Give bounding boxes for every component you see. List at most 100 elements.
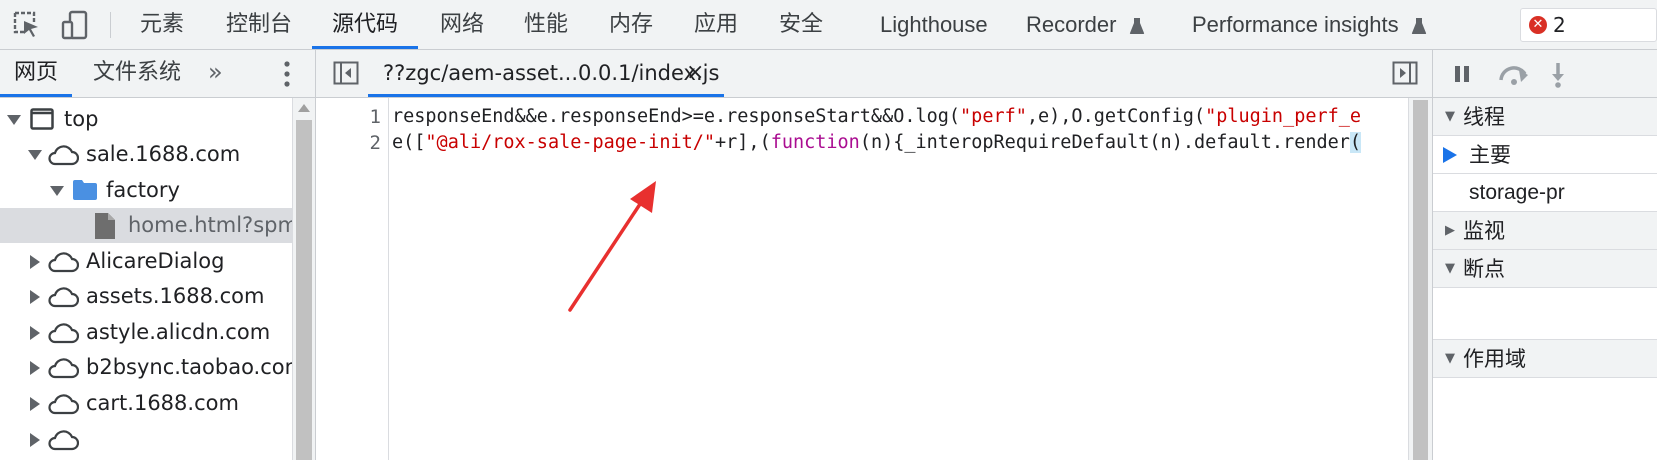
code-token: e([ bbox=[392, 132, 426, 153]
section-scope[interactable]: ▼ 作用域 bbox=[1433, 340, 1657, 378]
tab-performance-insights[interactable]: Performance insights bbox=[1192, 0, 1427, 49]
cloud-icon bbox=[48, 287, 79, 308]
cloud-icon bbox=[48, 252, 79, 273]
expand-arrow-icon[interactable] bbox=[30, 361, 40, 375]
device-toolbar-icon[interactable] bbox=[60, 10, 90, 40]
expand-arrow-icon[interactable] bbox=[30, 290, 40, 304]
thread-storage[interactable]: storage-pr bbox=[1433, 174, 1657, 212]
code-token-string: "perf" bbox=[960, 106, 1027, 127]
step-into-icon[interactable] bbox=[1551, 62, 1565, 88]
tree-item-folder[interactable]: factory bbox=[0, 173, 292, 208]
section-watch-label: 监视 bbox=[1463, 219, 1505, 243]
tab-index-js[interactable]: ??zgc/aem-asset...0.0.1/index.js × bbox=[368, 50, 724, 97]
code-token-bracket-match: ( bbox=[1349, 132, 1362, 153]
section-threads-label: 线程 bbox=[1463, 105, 1505, 129]
tab-performance[interactable]: 性能 bbox=[524, 0, 568, 49]
collapse-arrow-icon: ▼ bbox=[1445, 351, 1455, 366]
tab-console[interactable]: 控制台 bbox=[226, 0, 292, 49]
folder-icon bbox=[73, 180, 97, 200]
expand-arrow-icon[interactable] bbox=[30, 255, 40, 269]
code-token-string: "plugin_perf_e bbox=[1205, 106, 1362, 127]
tab-elements[interactable]: 元素 bbox=[140, 0, 184, 49]
tab-recorder[interactable]: Recorder bbox=[1026, 0, 1145, 49]
tab-lighthouse[interactable]: Lighthouse bbox=[880, 0, 988, 49]
close-tab-icon[interactable]: × bbox=[686, 50, 704, 96]
devtools-main-toolbar: 元素 控制台 源代码 网络 性能 内存 应用 安全 Lighthouse Rec… bbox=[0, 0, 1657, 50]
tree-item-domain[interactable]: AlicareDialog bbox=[0, 244, 292, 279]
frame-icon bbox=[30, 108, 54, 130]
tree-item-top[interactable]: top bbox=[0, 102, 292, 137]
expand-arrow-icon[interactable] bbox=[7, 115, 21, 125]
editor-scrollbar[interactable] bbox=[1408, 98, 1432, 460]
code-token: responseEnd&&e.responseEnd>=e.responseSt… bbox=[392, 106, 961, 127]
more-tabs-button[interactable]: » bbox=[208, 50, 223, 97]
breakpoints-empty bbox=[1433, 288, 1657, 340]
toolbar-separator bbox=[110, 12, 111, 38]
error-count-badge[interactable]: ✕ 2 bbox=[1520, 8, 1657, 42]
tree-item-domain[interactable]: sale.1688.com bbox=[0, 137, 292, 172]
code-line-2: e(["@ali/rox-sale-page-init/"+r],(functi… bbox=[392, 132, 1362, 153]
collapse-arrow-icon: ▼ bbox=[1445, 261, 1455, 276]
expand-arrow-icon[interactable] bbox=[30, 433, 40, 447]
cloud-icon bbox=[48, 145, 79, 166]
file-tree: top sale.1688.com factory home.html?spm= bbox=[0, 98, 292, 460]
section-scope-label: 作用域 bbox=[1463, 347, 1526, 371]
tab-filesystem[interactable]: 文件系统 bbox=[93, 50, 181, 97]
expand-arrow-icon[interactable] bbox=[28, 150, 42, 160]
line-number[interactable]: 1 bbox=[370, 106, 381, 128]
step-over-icon[interactable] bbox=[1497, 62, 1531, 86]
tree-item-label: sale.1688.com bbox=[86, 142, 241, 166]
section-watch[interactable]: ▶ 监视 bbox=[1433, 212, 1657, 250]
more-options-icon[interactable] bbox=[283, 60, 291, 88]
navigator-scrollbar[interactable] bbox=[292, 98, 315, 460]
tab-memory[interactable]: 内存 bbox=[609, 0, 653, 49]
expand-arrow-icon[interactable] bbox=[30, 326, 40, 340]
section-breakpoints[interactable]: ▼ 断点 bbox=[1433, 250, 1657, 288]
scroll-up-icon[interactable] bbox=[298, 104, 310, 112]
cloud-icon bbox=[48, 323, 79, 344]
tab-sources[interactable]: 源代码 bbox=[312, 0, 419, 49]
toggle-navigator-icon[interactable] bbox=[333, 61, 359, 85]
tree-item-domain[interactable]: cart.1688.com bbox=[0, 386, 292, 421]
tree-item-label: home.html?spm= bbox=[128, 213, 292, 237]
expand-arrow-icon[interactable] bbox=[50, 186, 64, 196]
cloud-icon bbox=[48, 358, 79, 379]
expand-arrow-icon[interactable] bbox=[30, 397, 40, 411]
code-content[interactable]: responseEnd&&e.responseEnd>=e.responseSt… bbox=[392, 98, 1408, 460]
thread-storage-label: storage-pr bbox=[1469, 181, 1565, 204]
expand-arrow-icon: ▶ bbox=[1445, 223, 1455, 238]
cloud-icon bbox=[48, 430, 79, 451]
tree-item-label: cart.1688.com bbox=[86, 391, 239, 415]
tab-application[interactable]: 应用 bbox=[694, 0, 738, 49]
scrollbar-thumb[interactable] bbox=[1413, 100, 1428, 460]
tree-item-label: top bbox=[64, 107, 99, 131]
toggle-debugger-icon[interactable] bbox=[1392, 61, 1418, 85]
code-token: +r],( bbox=[715, 132, 771, 153]
tree-item-file[interactable]: home.html?spm= bbox=[0, 208, 292, 243]
tab-network[interactable]: 网络 bbox=[440, 0, 484, 49]
navigator-panel: 网页 文件系统 » top sale.1688.com factory home… bbox=[0, 50, 316, 460]
collapse-arrow-icon: ▼ bbox=[1445, 109, 1455, 124]
tree-item-domain[interactable]: b2bsync.taobao.com bbox=[0, 350, 292, 385]
tree-item-domain[interactable]: assets.1688.com bbox=[0, 279, 292, 314]
experiment-flask-icon bbox=[1411, 18, 1426, 35]
tree-item-label: AlicareDialog bbox=[86, 249, 225, 273]
thread-main[interactable]: 主要 bbox=[1433, 136, 1657, 174]
current-thread-icon bbox=[1443, 147, 1457, 163]
line-number[interactable]: 2 bbox=[370, 132, 381, 154]
tree-item-domain[interactable]: astyle.alicdn.com bbox=[0, 315, 292, 350]
navigator-tabs: 网页 文件系统 » bbox=[0, 50, 315, 98]
inspect-element-icon[interactable] bbox=[12, 10, 42, 40]
tab-security[interactable]: 安全 bbox=[779, 0, 823, 49]
scrollbar-thumb[interactable] bbox=[296, 120, 312, 460]
section-threads[interactable]: ▼ 线程 bbox=[1433, 98, 1657, 136]
tree-item-domain-partial[interactable] bbox=[0, 422, 292, 457]
file-icon bbox=[95, 213, 115, 239]
tab-page[interactable]: 网页 bbox=[0, 50, 73, 97]
tree-item-label: assets.1688.com bbox=[86, 284, 265, 308]
line-number-gutter[interactable]: 1 2 bbox=[316, 98, 389, 460]
error-count: 2 bbox=[1553, 13, 1566, 37]
pause-icon[interactable] bbox=[1453, 64, 1471, 84]
code-token: ,e),O.getConfig( bbox=[1026, 106, 1206, 127]
annotation-arrow-icon bbox=[568, 181, 656, 312]
